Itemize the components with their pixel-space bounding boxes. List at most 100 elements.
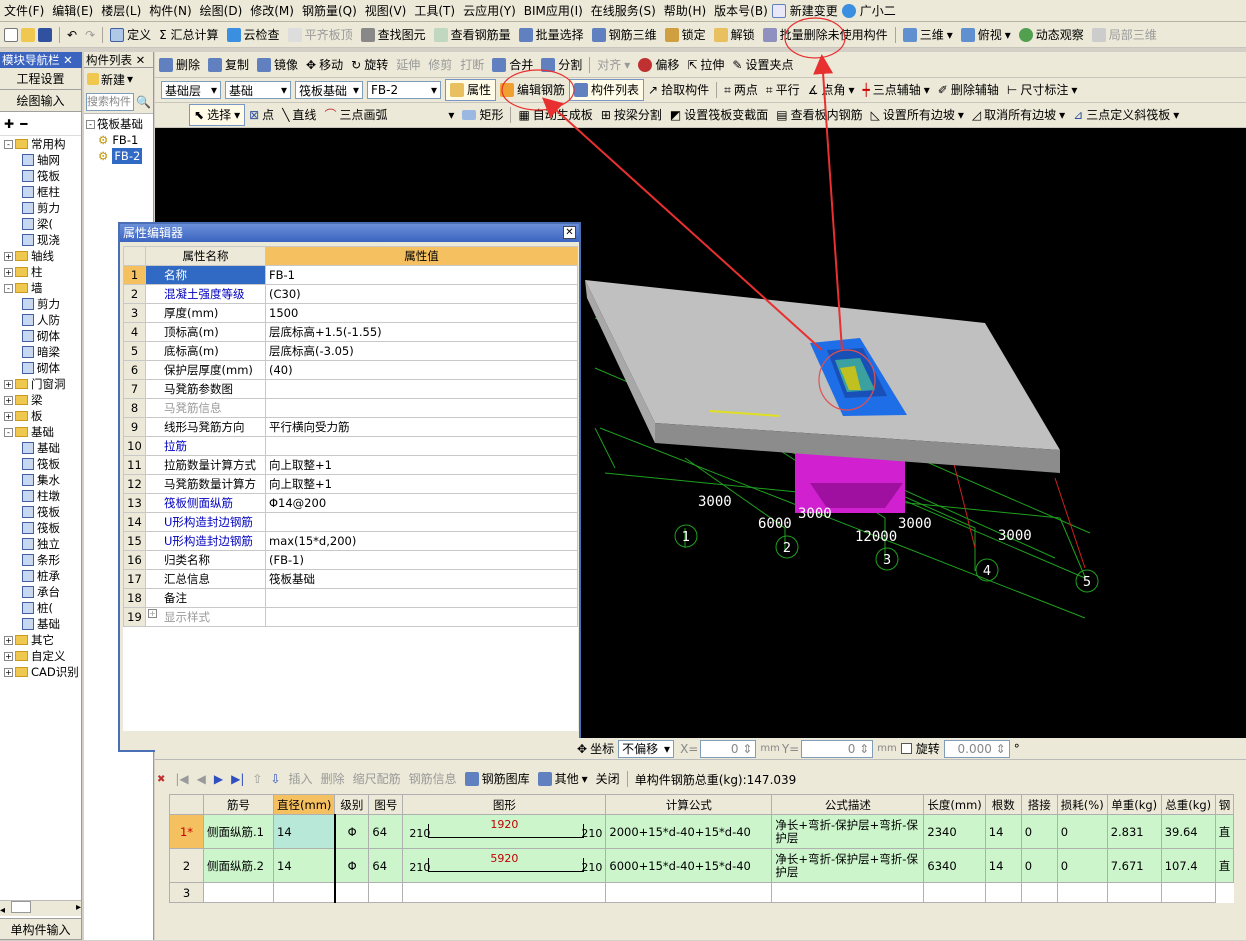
rebar-cell[interactable]: 6340	[923, 848, 986, 883]
project-settings-button[interactable]: 工程设置	[0, 68, 81, 90]
column-header[interactable]: 长度(mm)	[923, 794, 986, 815]
tree-node[interactable]: 框柱	[0, 184, 81, 200]
rebar-3d-button[interactable]: 钢筋三维	[588, 24, 661, 46]
property-row[interactable]: 3 厚度(mm) 1500	[123, 303, 578, 323]
stretch-button[interactable]: ⇱ 拉伸	[683, 54, 728, 76]
property-value[interactable]	[265, 379, 578, 399]
move-down-button[interactable]: ⇩	[266, 768, 284, 790]
menu-new-change[interactable]: 新建变更	[786, 0, 842, 21]
delete-button[interactable]: 删除	[155, 54, 204, 76]
nav-panel-tab[interactable]: 模块导航栏 ✕	[0, 52, 82, 68]
property-row[interactable]: 8 马凳筋信息	[123, 398, 578, 418]
expand-icon[interactable]: +	[4, 651, 13, 661]
rebar-shape-cell[interactable]: 210 1920 210	[402, 814, 607, 849]
top-view-dropdown[interactable]: 俯视 ▾	[957, 24, 1015, 46]
rebar-cell[interactable]	[368, 882, 404, 903]
mirror-button[interactable]: 镜像	[253, 54, 302, 76]
tree-node[interactable]: + 板	[0, 408, 81, 424]
column-header[interactable]: 搭接	[1020, 794, 1058, 815]
property-row[interactable]: 9 线形马凳筋方向 平行横向受力筋	[123, 417, 578, 437]
rebar-cell[interactable]: 2.831	[1106, 814, 1162, 849]
property-row[interactable]: 15 U形构造封边钢筋 max(15*d,200)	[123, 531, 578, 551]
tree-node[interactable]: 基础	[0, 616, 81, 632]
batch-delete-unused-button[interactable]: 批量删除未使用构件	[759, 24, 892, 46]
summary-calc-button[interactable]: Σ 汇总计算	[155, 24, 222, 46]
rebar-cell[interactable]	[1056, 882, 1108, 903]
column-header[interactable]: 筋号	[203, 794, 274, 815]
rebar-cell[interactable]: 侧面纵筋.1	[203, 814, 274, 849]
tree-node[interactable]: - 基础	[0, 424, 81, 440]
property-value[interactable]: Φ14@200	[265, 493, 578, 513]
rebar-cell[interactable]: 6000+15*d-40+15*d-40	[605, 848, 773, 883]
menu-online[interactable]: 在线服务(S)	[587, 0, 660, 21]
property-row[interactable]: 14 U形构造封边钢筋	[123, 512, 578, 532]
property-value[interactable]	[265, 607, 578, 627]
set-all-slopes-button[interactable]: ◺ 设置所有边坡 ▾	[867, 104, 968, 126]
tree-node[interactable]: 集水	[0, 472, 81, 488]
rebar-cell[interactable]: 净长+弯折-保护层+弯折-保护层	[771, 848, 925, 883]
component-list-button[interactable]: 构件列表	[569, 79, 645, 101]
drawing-input-button[interactable]: 绘图输入	[0, 90, 81, 112]
rebar-cell[interactable]	[771, 882, 925, 903]
rebar-cell[interactable]	[203, 882, 274, 903]
coord-button[interactable]: ✥ 坐标	[573, 738, 618, 760]
undo-button[interactable]: ↶	[63, 24, 81, 46]
close-panel-button[interactable]: 关闭	[592, 768, 624, 790]
component-select[interactable]: FB-2 ▾	[367, 81, 441, 99]
rebar-cell[interactable]: Φ	[334, 848, 370, 883]
rebar-cell[interactable]: 0	[1020, 814, 1058, 849]
find-element-button[interactable]: 查找图元	[357, 24, 430, 46]
tree-node[interactable]: 承台	[0, 584, 81, 600]
property-editor-titlebar[interactable]: 属性编辑器 ✕	[120, 224, 579, 242]
scale-rebar-button[interactable]: 缩尺配筋	[349, 768, 405, 790]
rebar-cell[interactable]	[1160, 882, 1216, 903]
rebar-cell[interactable]: 14	[984, 848, 1022, 883]
property-value[interactable]: (FB-1)	[265, 550, 578, 570]
three-point-aux-button[interactable]: ┿ 三点辅轴 ▾	[859, 79, 934, 101]
select-button[interactable]: ⬉ 选择 ▾	[189, 104, 246, 126]
split-by-beam-button[interactable]: ⊞ 按梁分割	[597, 104, 666, 126]
line-button[interactable]: ╲ 直线	[278, 104, 320, 126]
property-value[interactable]: 向上取整+1	[265, 455, 578, 475]
tree-node[interactable]: 砌体	[0, 360, 81, 376]
column-header[interactable]: 公式描述	[771, 794, 925, 815]
rebar-cell[interactable]: 直	[1214, 848, 1235, 883]
type-select[interactable]: 筏板基础 ▾	[295, 81, 363, 99]
arc-dropdown[interactable]: ⌒ 三点画弧 ▾	[320, 104, 458, 126]
redo-button[interactable]: ↷	[81, 24, 99, 46]
collapse-all-icon[interactable]: ━	[20, 117, 27, 131]
rebar-cell[interactable]: 39.64	[1160, 814, 1216, 849]
last-record-button[interactable]: ▶|	[227, 768, 248, 790]
tree-node[interactable]: 筏板	[0, 168, 81, 184]
property-row[interactable]: 6 保护层厚度(mm) (40)	[123, 360, 578, 380]
next-record-button[interactable]: ▶	[210, 768, 227, 790]
expand-icon[interactable]: +	[4, 251, 13, 261]
rebar-cell[interactable]: 净长+弯折-保护层+弯折-保护层	[771, 814, 925, 849]
menu-version[interactable]: 版本号(B)	[710, 0, 772, 21]
tree-node[interactable]: + 轴线	[0, 248, 81, 264]
search-icon[interactable]: 🔍	[136, 95, 151, 109]
menu-modify[interactable]: 修改(M)	[246, 0, 298, 21]
rebar-cell[interactable]	[334, 882, 370, 903]
edit-rebar-button[interactable]: 编辑钢筋	[496, 79, 569, 101]
define-button[interactable]: 定义	[106, 24, 155, 46]
property-value[interactable]	[265, 398, 578, 418]
property-value[interactable]: 层底标高+1.5(-1.55)	[265, 322, 578, 342]
rotate-checkbox[interactable]	[900, 743, 912, 754]
rebar-library-button[interactable]: 钢筋图库	[461, 768, 534, 790]
property-row[interactable]: 11 拉筋数量计算方式 向上取整+1	[123, 455, 578, 475]
property-value[interactable]: 1500	[265, 303, 578, 323]
expand-icon[interactable]: +	[4, 667, 13, 677]
rebar-cell[interactable]	[272, 882, 336, 903]
expand-icon[interactable]: +	[148, 609, 157, 618]
expand-icon[interactable]: +	[4, 411, 13, 421]
menu-rebar-qty[interactable]: 钢筋量(Q)	[298, 0, 361, 21]
column-header[interactable]: 级别	[334, 794, 370, 815]
property-row[interactable]: 2 混凝土强度等级 (C30)	[123, 284, 578, 304]
first-record-button[interactable]: |◀	[171, 768, 192, 790]
tree-node[interactable]: + 其它	[0, 632, 81, 648]
angle-input[interactable]: 0.000 ⇕	[943, 739, 1010, 758]
expand-icon[interactable]: +	[4, 635, 13, 645]
property-value[interactable]: 筏板基础	[265, 569, 578, 589]
single-component-input-button[interactable]: 单构件输入	[0, 918, 81, 940]
